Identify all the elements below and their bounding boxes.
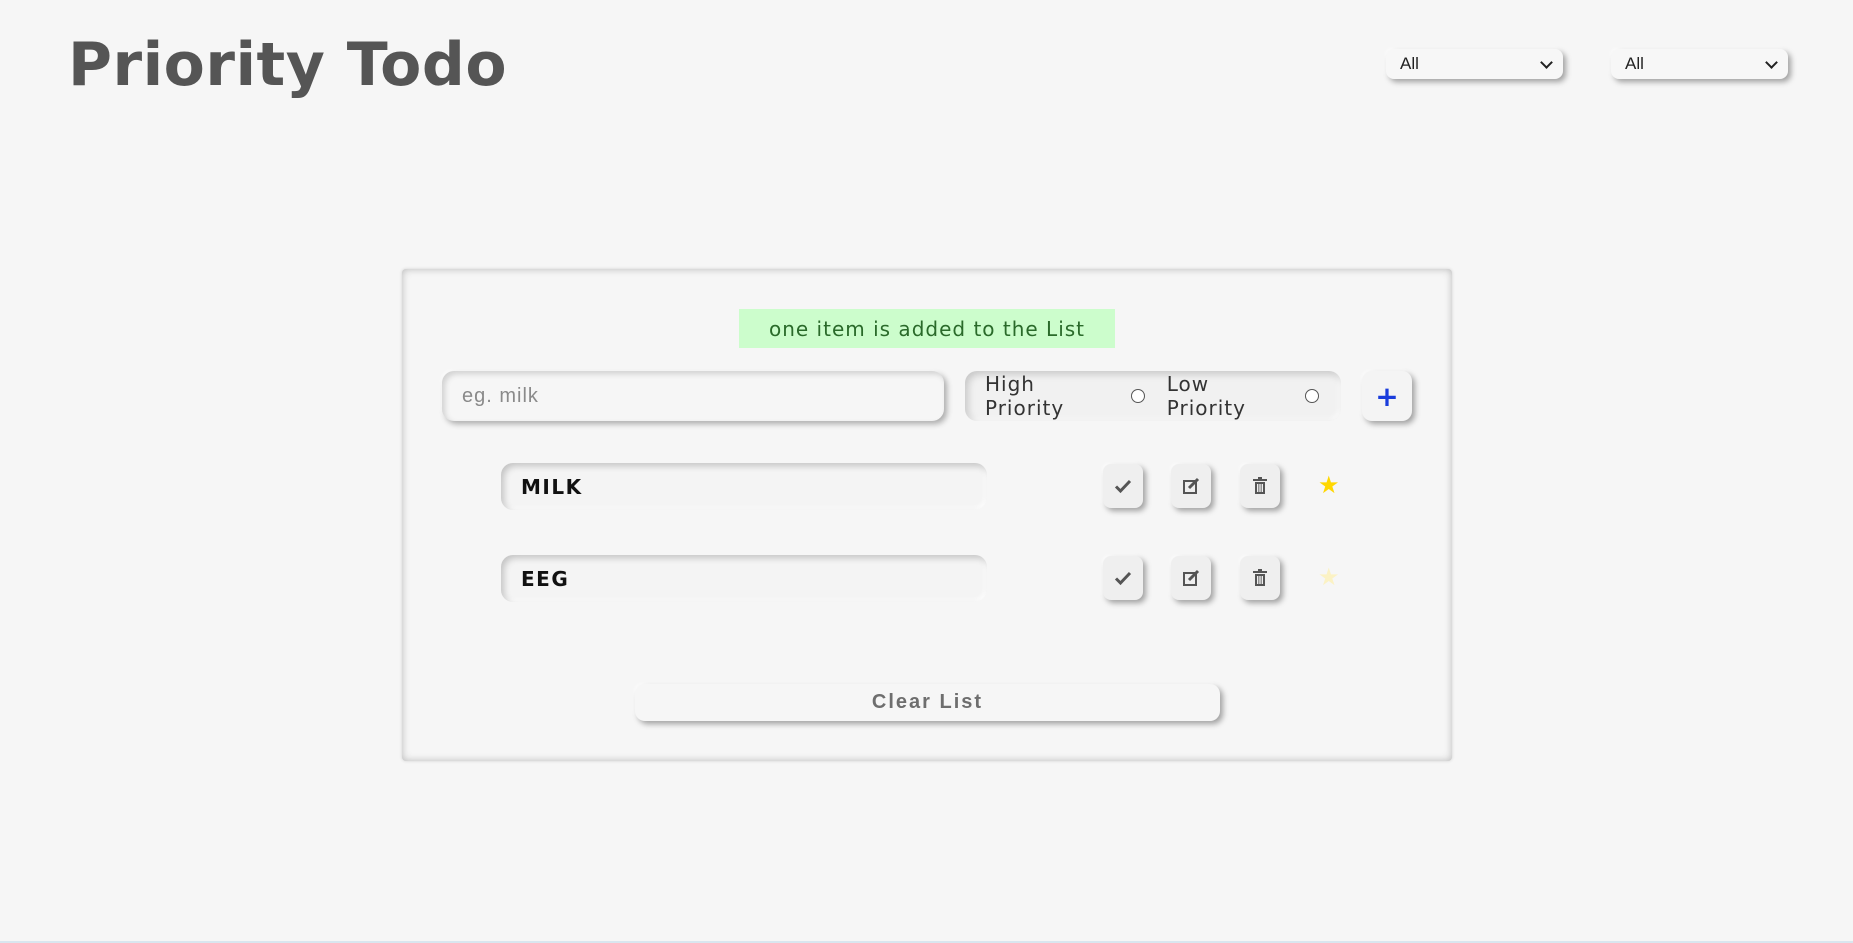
filter-select-1-value: All [1400,54,1419,73]
chevron-down-icon [1540,55,1553,69]
filter-select-2[interactable]: All [1611,49,1788,79]
todo-card: one item is added to the List High Prior… [402,269,1452,761]
add-item-button[interactable]: + [1362,371,1412,421]
check-icon [1114,479,1132,494]
complete-button[interactable] [1103,464,1143,508]
chevron-down-icon [1765,55,1778,69]
status-alert: one item is added to the List [739,309,1115,348]
edit-button[interactable] [1171,464,1211,508]
high-priority-option[interactable]: High Priority [985,372,1145,420]
low-priority-option[interactable]: Low Priority [1167,372,1319,420]
edit-icon [1183,569,1200,586]
todo-input[interactable] [442,371,944,421]
edit-icon [1183,477,1200,494]
check-icon [1114,571,1132,586]
list-item: EEG ★ [501,555,1487,603]
list-item-text: EEG [501,555,987,602]
low-priority-label: Low Priority [1166,372,1246,420]
trash-icon [1253,569,1267,586]
filter-select-1[interactable]: All [1386,49,1563,79]
low-priority-radio[interactable] [1305,389,1319,403]
list-item-text: MILK [501,463,987,510]
star-icon[interactable]: ★ [1318,565,1340,589]
complete-button[interactable] [1103,556,1143,600]
priority-selector: High Priority Low Priority [965,371,1341,421]
delete-button[interactable] [1240,556,1280,600]
delete-button[interactable] [1240,464,1280,508]
clear-list-button[interactable]: Clear List [635,684,1220,721]
page-title: Priority Todo [68,30,508,100]
edit-button[interactable] [1171,556,1211,600]
high-priority-radio[interactable] [1130,389,1145,403]
high-priority-label: High Priority [985,372,1065,420]
trash-icon [1253,477,1267,494]
list-item: MILK ★ [501,463,1487,511]
filter-select-2-value: All [1625,54,1644,73]
star-icon[interactable]: ★ [1318,473,1340,497]
